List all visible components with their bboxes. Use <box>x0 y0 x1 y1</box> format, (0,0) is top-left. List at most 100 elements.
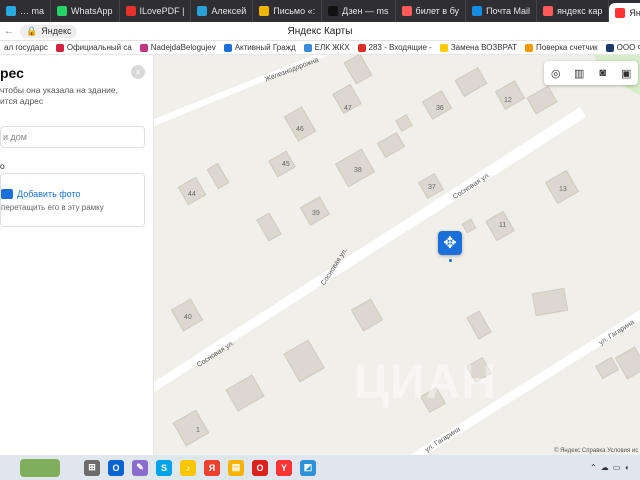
building <box>343 55 373 85</box>
chevron-up-icon[interactable]: ⌃ <box>590 463 597 472</box>
browser-tab[interactable]: Письмо «: <box>253 0 323 22</box>
bookmark-item[interactable]: NadejdaBelogujev <box>136 43 220 52</box>
browser-tab-strip: … ma WhatsApp ILovePDF | Алексей Письмо … <box>0 0 640 22</box>
photo-drop-zone[interactable]: Добавить фото перетащить его в эту рамку <box>0 173 145 227</box>
browser-tab[interactable]: … ma <box>0 0 52 22</box>
address-input[interactable]: и дом <box>0 126 145 148</box>
building <box>454 67 488 97</box>
folder-icon[interactable]: ▤ <box>228 459 244 476</box>
opera-icon[interactable]: O <box>252 459 268 476</box>
bookmark-item[interactable]: ЕЛК ЖКХ <box>300 43 354 52</box>
house-number: 37 <box>428 184 436 191</box>
building <box>461 218 477 234</box>
bookmark-favicon-icon <box>139 43 148 52</box>
house-number: 1 <box>196 427 200 434</box>
move-arrows-icon[interactable]: ✥ <box>438 231 462 255</box>
lock-icon: 🔒 <box>26 25 38 36</box>
add-photo-button[interactable]: Добавить фото <box>17 189 81 199</box>
marker-point <box>449 259 452 262</box>
building <box>614 346 640 380</box>
tab-favicon-icon <box>125 6 136 16</box>
building <box>531 287 569 317</box>
watermark: ЦИАН <box>354 356 497 409</box>
bookmark-favicon-icon <box>357 43 366 52</box>
bookmark-favicon-icon <box>439 43 448 52</box>
tab-favicon-icon <box>197 6 208 16</box>
browser-tab[interactable]: Алексей <box>191 0 254 22</box>
back-arrow-icon[interactable]: ← <box>2 26 16 37</box>
house-number: 47 <box>344 105 352 112</box>
browser-tab[interactable]: яндекс кар <box>537 0 610 22</box>
building <box>376 131 406 159</box>
photos-icon[interactable]: ◩ <box>300 459 316 476</box>
browser-tab[interactable]: Дзен — ms <box>322 0 396 22</box>
browser-tab[interactable]: WhatsApp <box>51 0 120 22</box>
browser-tab[interactable]: ILovePDF | <box>120 0 192 22</box>
tab-favicon-icon <box>6 6 16 16</box>
bookmark-item[interactable]: 283 - Входящие - <box>354 43 436 52</box>
bookmark-favicon-icon <box>223 43 232 52</box>
page-title: Яндекс Карты <box>287 25 353 37</box>
bookmark-favicon-icon <box>605 43 614 52</box>
yandex-browser-icon[interactable]: Y <box>276 459 292 476</box>
bookmarks-bar: ал государс Официальный са NadejdaBelogu… <box>0 41 640 55</box>
building <box>256 212 282 242</box>
house-number: 44 <box>188 191 196 198</box>
section-label: о <box>0 161 5 171</box>
camera-icon <box>1 189 13 199</box>
bookmark-item[interactable]: Замена ВОЗВРАТ <box>436 43 521 52</box>
os-taskbar: ⊞ O ✎ S ♪ Я ▤ O Y ◩ ⌃ ☁ ▭ ◖ <box>0 455 640 480</box>
drop-hint: перетащить его в эту рамку <box>1 203 104 212</box>
tab-favicon-icon <box>615 7 626 18</box>
house-number: 39 <box>312 210 320 217</box>
speaker-icon[interactable]: ◖ <box>624 463 629 472</box>
house-number: 11 <box>499 222 507 229</box>
panel-title: рес <box>0 65 24 81</box>
bookmark-favicon-icon <box>525 43 533 52</box>
outlook-icon[interactable]: O <box>108 459 124 476</box>
building <box>206 162 230 190</box>
panorama-camera-icon[interactable]: ◙ <box>596 66 610 80</box>
house-number: 46 <box>296 126 304 133</box>
map-canvas[interactable]: Железнодорожна Сосновая ул. Сосновая ул.… <box>154 55 640 455</box>
map-controls: ◎ ▥ ◙ ▣ <box>544 61 638 85</box>
browser-tab-active[interactable]: Яндекс К✕ <box>609 3 640 22</box>
paint-icon[interactable]: ✎ <box>132 459 148 476</box>
address-bar: ← 🔒 Яндекс Яндекс Карты <box>0 22 640 41</box>
bookmark-item[interactable]: Активный Гражд <box>220 43 300 52</box>
building <box>283 339 325 383</box>
taskbar-app-icon[interactable]: ⊞ <box>84 459 100 476</box>
building <box>595 356 619 380</box>
skype-icon[interactable]: S <box>156 459 172 476</box>
tab-favicon-icon <box>401 6 412 16</box>
map-copyright[interactable]: © Яндекс Справка Условия ис <box>554 448 638 454</box>
map-book-icon[interactable]: ▥ <box>572 66 586 80</box>
tab-favicon-icon <box>57 6 68 16</box>
panel-hint: чтобы она указала на здание, ится адрес <box>0 85 118 106</box>
house-number: 45 <box>282 161 290 168</box>
browser-tab[interactable]: билет в бу <box>396 0 467 22</box>
yandex-music-icon[interactable]: ♪ <box>180 459 196 476</box>
system-tray: ⌃ ☁ ▭ ◖ <box>590 455 629 480</box>
building <box>283 106 317 142</box>
bookmark-item[interactable]: Официальный са <box>52 43 136 52</box>
site-chip[interactable]: 🔒 Яндекс <box>20 24 78 38</box>
taskbar-weather-widget[interactable] <box>0 455 80 480</box>
browser-tab[interactable]: Почта Mail <box>466 0 538 22</box>
bookmark-item[interactable]: Поверка счетчик <box>521 43 602 52</box>
house-number: 36 <box>436 105 444 112</box>
transport-bus-icon[interactable]: ▣ <box>619 66 633 80</box>
building <box>350 298 384 332</box>
layers-icon[interactable]: ◎ <box>549 66 563 80</box>
house-number: 12 <box>504 97 512 104</box>
monitor-icon[interactable]: ▭ <box>613 463 621 472</box>
bookmark-item[interactable]: ООО ФГИС <box>602 43 640 52</box>
tab-favicon-icon <box>543 6 554 16</box>
bookmark-item[interactable]: ал государс <box>0 43 52 52</box>
cloud-icon[interactable]: ☁ <box>601 463 609 472</box>
building <box>466 310 492 340</box>
close-icon[interactable]: × <box>131 65 145 79</box>
house-number: 38 <box>354 167 362 174</box>
bookmark-favicon-icon <box>303 43 312 52</box>
yandex-icon[interactable]: Я <box>204 459 220 476</box>
